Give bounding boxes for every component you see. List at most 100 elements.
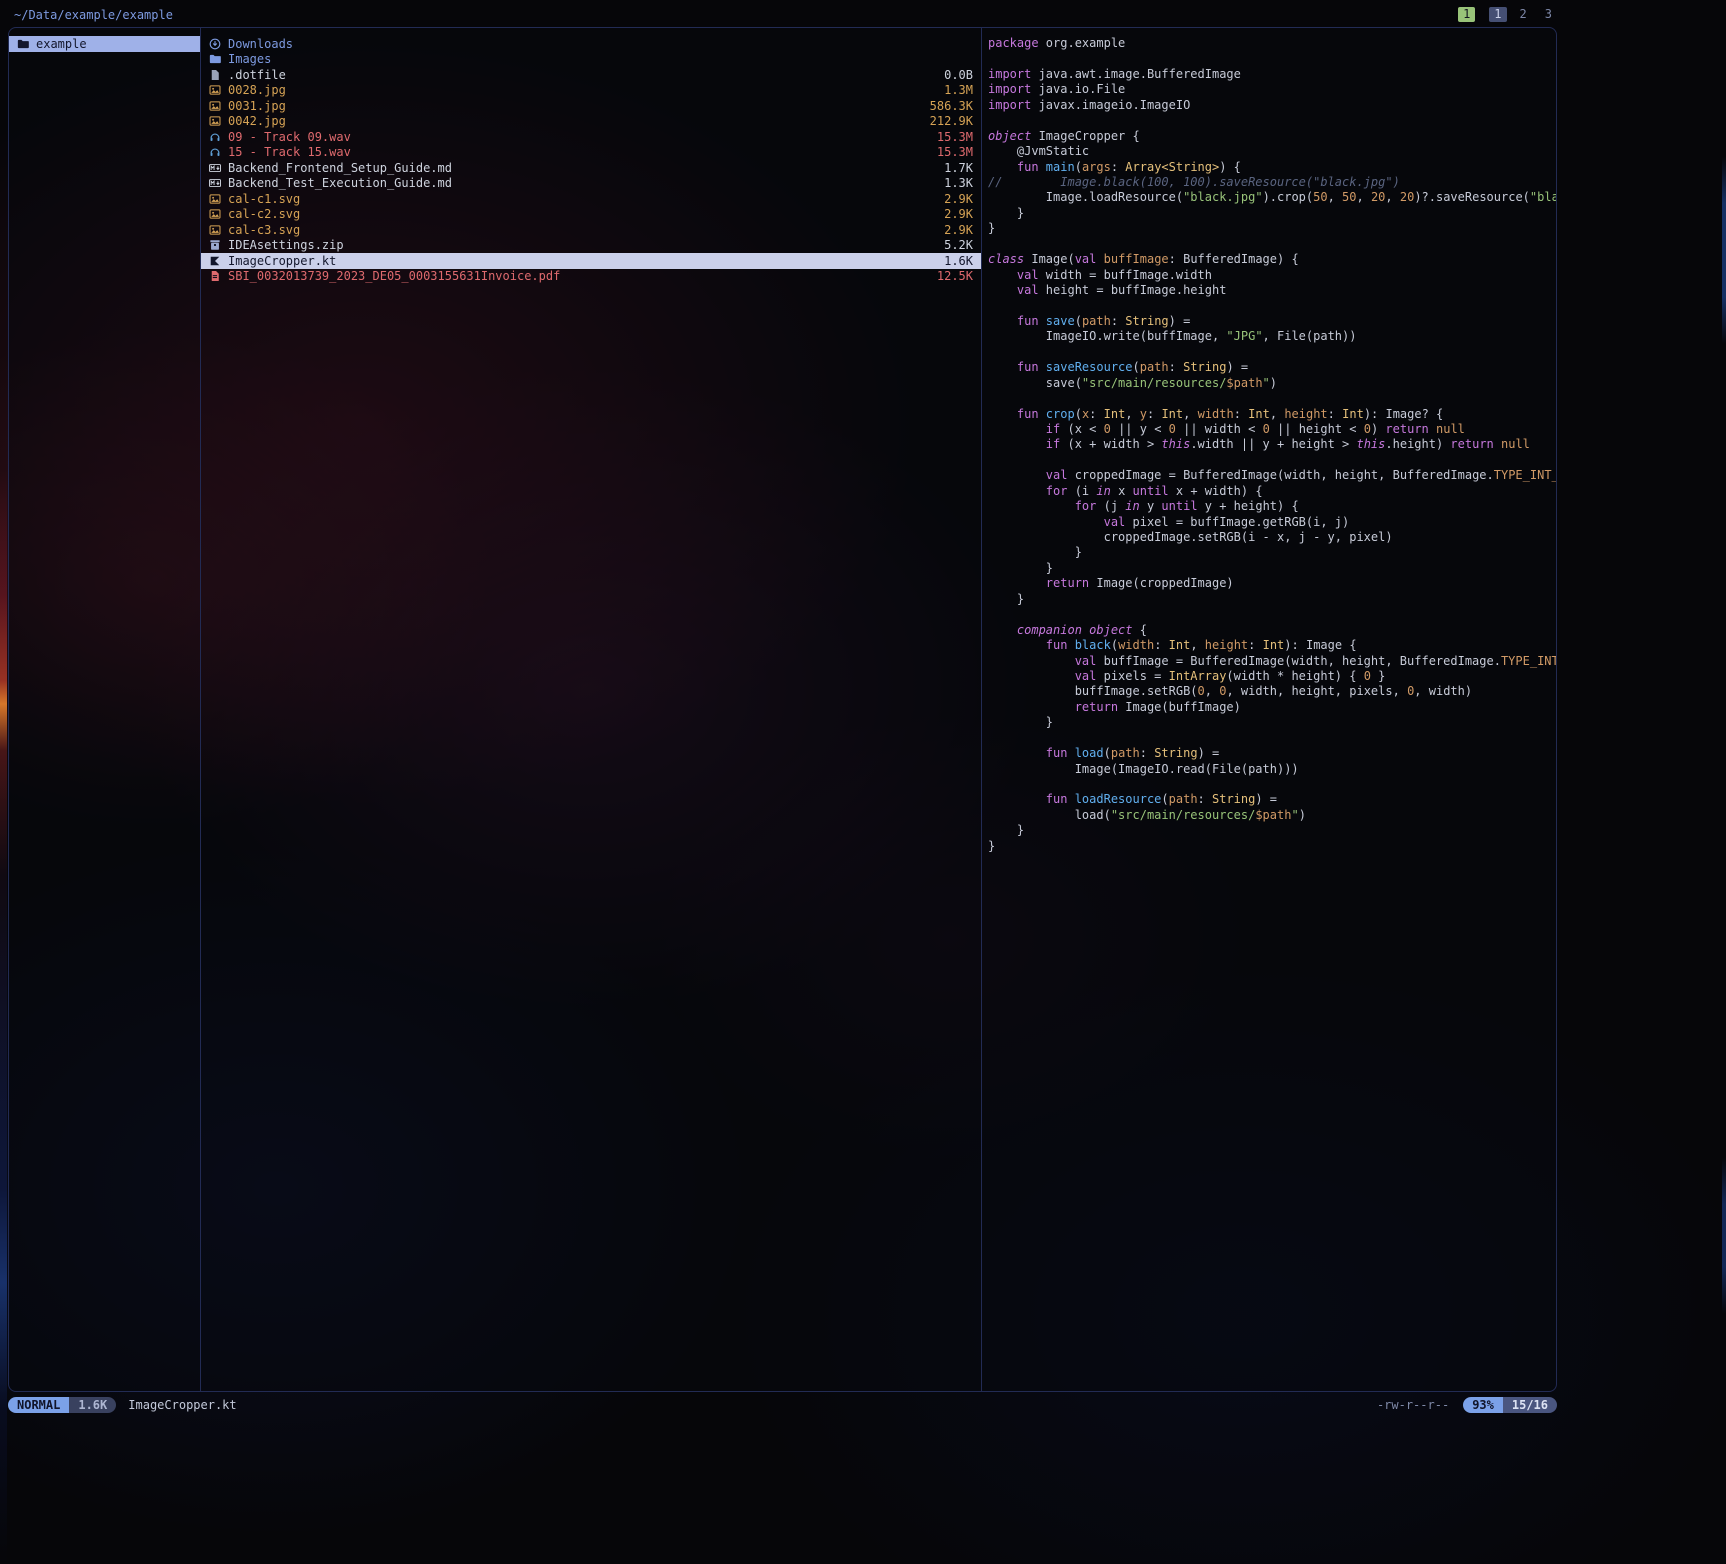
code-line: import javax.imageio.ImageIO bbox=[988, 98, 1556, 113]
code-line bbox=[988, 113, 1556, 128]
file-name: 0031.jpg bbox=[228, 99, 930, 113]
wallpaper-right-glow bbox=[1722, 0, 1726, 1564]
code-line: load("src/main/resources/$path") bbox=[988, 808, 1556, 823]
file-size: 15.3M bbox=[937, 130, 973, 144]
code-line: return Image(croppedImage) bbox=[988, 576, 1556, 591]
tab-3[interactable]: 2 bbox=[1515, 7, 1532, 22]
preview-panel: package org.exampleimport java.awt.image… bbox=[982, 28, 1556, 1391]
code-line: } bbox=[988, 592, 1556, 607]
mode-badge: NORMAL bbox=[8, 1397, 69, 1413]
code-line bbox=[988, 777, 1556, 792]
code-line: if (x < 0 || y < 0 || width < 0 || heigh… bbox=[988, 422, 1556, 437]
tab-1[interactable]: 1 bbox=[1458, 7, 1475, 22]
code-line: ImageIO.write(buffImage, "JPG", File(pat… bbox=[988, 329, 1556, 344]
file-name: Images bbox=[228, 52, 973, 66]
breadcrumb-path: ~/Data/example/example bbox=[14, 8, 173, 22]
file-row[interactable]: IDEAsettings.zip5.2K bbox=[201, 238, 981, 254]
parent-dir-panel: example bbox=[9, 28, 201, 1391]
file-icon bbox=[209, 69, 221, 81]
parent-dir-row[interactable]: example bbox=[9, 36, 200, 52]
file-size: 2.9K bbox=[944, 192, 973, 206]
folder-icon bbox=[17, 38, 29, 50]
kotlin-icon bbox=[209, 255, 221, 267]
image-icon bbox=[209, 224, 221, 236]
archive-icon bbox=[209, 239, 221, 251]
file-size: 12.5K bbox=[937, 269, 973, 283]
code-line: } bbox=[988, 561, 1556, 576]
code-line: val croppedImage = BufferedImage(width, … bbox=[988, 468, 1556, 483]
code-line: buffImage.setRGB(0, 0, width, height, pi… bbox=[988, 684, 1556, 699]
code-line: fun main(args: Array<String>) { bbox=[988, 160, 1556, 175]
tab-2[interactable]: 1 bbox=[1489, 7, 1506, 22]
tab-4[interactable]: 3 bbox=[1540, 7, 1557, 22]
code-line: val buffImage = BufferedImage(width, hei… bbox=[988, 654, 1556, 669]
code-line: // Image.black(100, 100).saveResource("b… bbox=[988, 175, 1556, 190]
file-row[interactable]: 15 - Track 15.wav15.3M bbox=[201, 145, 981, 161]
file-row[interactable]: Downloads bbox=[201, 36, 981, 52]
folder-icon bbox=[209, 53, 221, 65]
code-line: fun black(width: Int, height: Int): Imag… bbox=[988, 638, 1556, 653]
file-row[interactable]: ImageCropper.kt1.6K bbox=[201, 253, 981, 269]
image-icon bbox=[209, 208, 221, 220]
file-name: cal-c2.svg bbox=[228, 207, 944, 221]
file-size: 1.3K bbox=[944, 176, 973, 190]
code-line: companion object { bbox=[988, 623, 1556, 638]
code-line: @JvmStatic bbox=[988, 144, 1556, 159]
file-name: 0042.jpg bbox=[228, 114, 930, 128]
file-name: 0028.jpg bbox=[228, 83, 944, 97]
file-size: 5.2K bbox=[944, 238, 973, 252]
code-line: val width = buffImage.width bbox=[988, 268, 1556, 283]
code-line: object ImageCropper { bbox=[988, 129, 1556, 144]
status-filename: ImageCropper.kt bbox=[128, 1398, 236, 1412]
file-manager-panels: example DownloadsImages.dotfile0.0B0028.… bbox=[8, 27, 1557, 1392]
file-size: 212.9K bbox=[930, 114, 973, 128]
file-row[interactable]: Backend_Frontend_Setup_Guide.md1.7K bbox=[201, 160, 981, 176]
code-line bbox=[988, 51, 1556, 66]
code-line: fun loadResource(path: String) = bbox=[988, 792, 1556, 807]
file-row[interactable]: SBI_0032013739_2023_DE05_0003155631Invoi… bbox=[201, 269, 981, 285]
file-row[interactable]: 0028.jpg1.3M bbox=[201, 83, 981, 99]
file-size: 2.9K bbox=[944, 223, 973, 237]
file-name: 09 - Track 09.wav bbox=[228, 130, 937, 144]
code-line bbox=[988, 453, 1556, 468]
file-size: 0.0B bbox=[944, 68, 973, 82]
file-row[interactable]: cal-c3.svg2.9K bbox=[201, 222, 981, 238]
code-line: for (i in x until x + width) { bbox=[988, 484, 1556, 499]
code-line: save("src/main/resources/$path") bbox=[988, 376, 1556, 391]
file-size-badge: 1.6K bbox=[69, 1397, 116, 1413]
tab-bar: 1123 bbox=[1450, 7, 1557, 22]
code-line: } bbox=[988, 823, 1556, 838]
code-line: class Image(val buffImage: BufferedImage… bbox=[988, 252, 1556, 267]
code-line: for (j in y until y + height) { bbox=[988, 499, 1556, 514]
file-row[interactable]: 09 - Track 09.wav15.3M bbox=[201, 129, 981, 145]
file-name: 15 - Track 15.wav bbox=[228, 145, 937, 159]
file-row[interactable]: cal-c1.svg2.9K bbox=[201, 191, 981, 207]
file-name: Downloads bbox=[228, 37, 973, 51]
wallpaper-left-glow bbox=[0, 0, 7, 1564]
image-icon bbox=[209, 84, 221, 96]
file-row[interactable]: .dotfile0.0B bbox=[201, 67, 981, 83]
code-line: Image.loadResource("black.jpg").crop(50,… bbox=[988, 190, 1556, 205]
file-row[interactable]: Images bbox=[201, 52, 981, 68]
code-line: } bbox=[988, 839, 1556, 854]
code-line: val pixels = IntArray(width * height) { … bbox=[988, 669, 1556, 684]
code-line: Image(ImageIO.read(File(path))) bbox=[988, 762, 1556, 777]
audio-icon bbox=[209, 131, 221, 143]
image-icon bbox=[209, 100, 221, 112]
file-row[interactable]: Backend_Test_Execution_Guide.md1.3K bbox=[201, 176, 981, 192]
file-row[interactable]: 0042.jpg212.9K bbox=[201, 114, 981, 130]
code-line: } bbox=[988, 545, 1556, 560]
file-name: Backend_Test_Execution_Guide.md bbox=[228, 176, 944, 190]
file-size: 15.3M bbox=[937, 145, 973, 159]
file-row[interactable]: cal-c2.svg2.9K bbox=[201, 207, 981, 223]
code-line: } bbox=[988, 221, 1556, 236]
code-line bbox=[988, 237, 1556, 252]
code-preview: package org.exampleimport java.awt.image… bbox=[988, 36, 1556, 854]
code-line: package org.example bbox=[988, 36, 1556, 51]
file-row[interactable]: 0031.jpg586.3K bbox=[201, 98, 981, 114]
scroll-percent-badge: 93% bbox=[1463, 1397, 1503, 1413]
file-size: 1.3M bbox=[944, 83, 973, 97]
code-line: } bbox=[988, 715, 1556, 730]
audio-icon bbox=[209, 146, 221, 158]
code-line: fun crop(x: Int, y: Int, width: Int, hei… bbox=[988, 407, 1556, 422]
